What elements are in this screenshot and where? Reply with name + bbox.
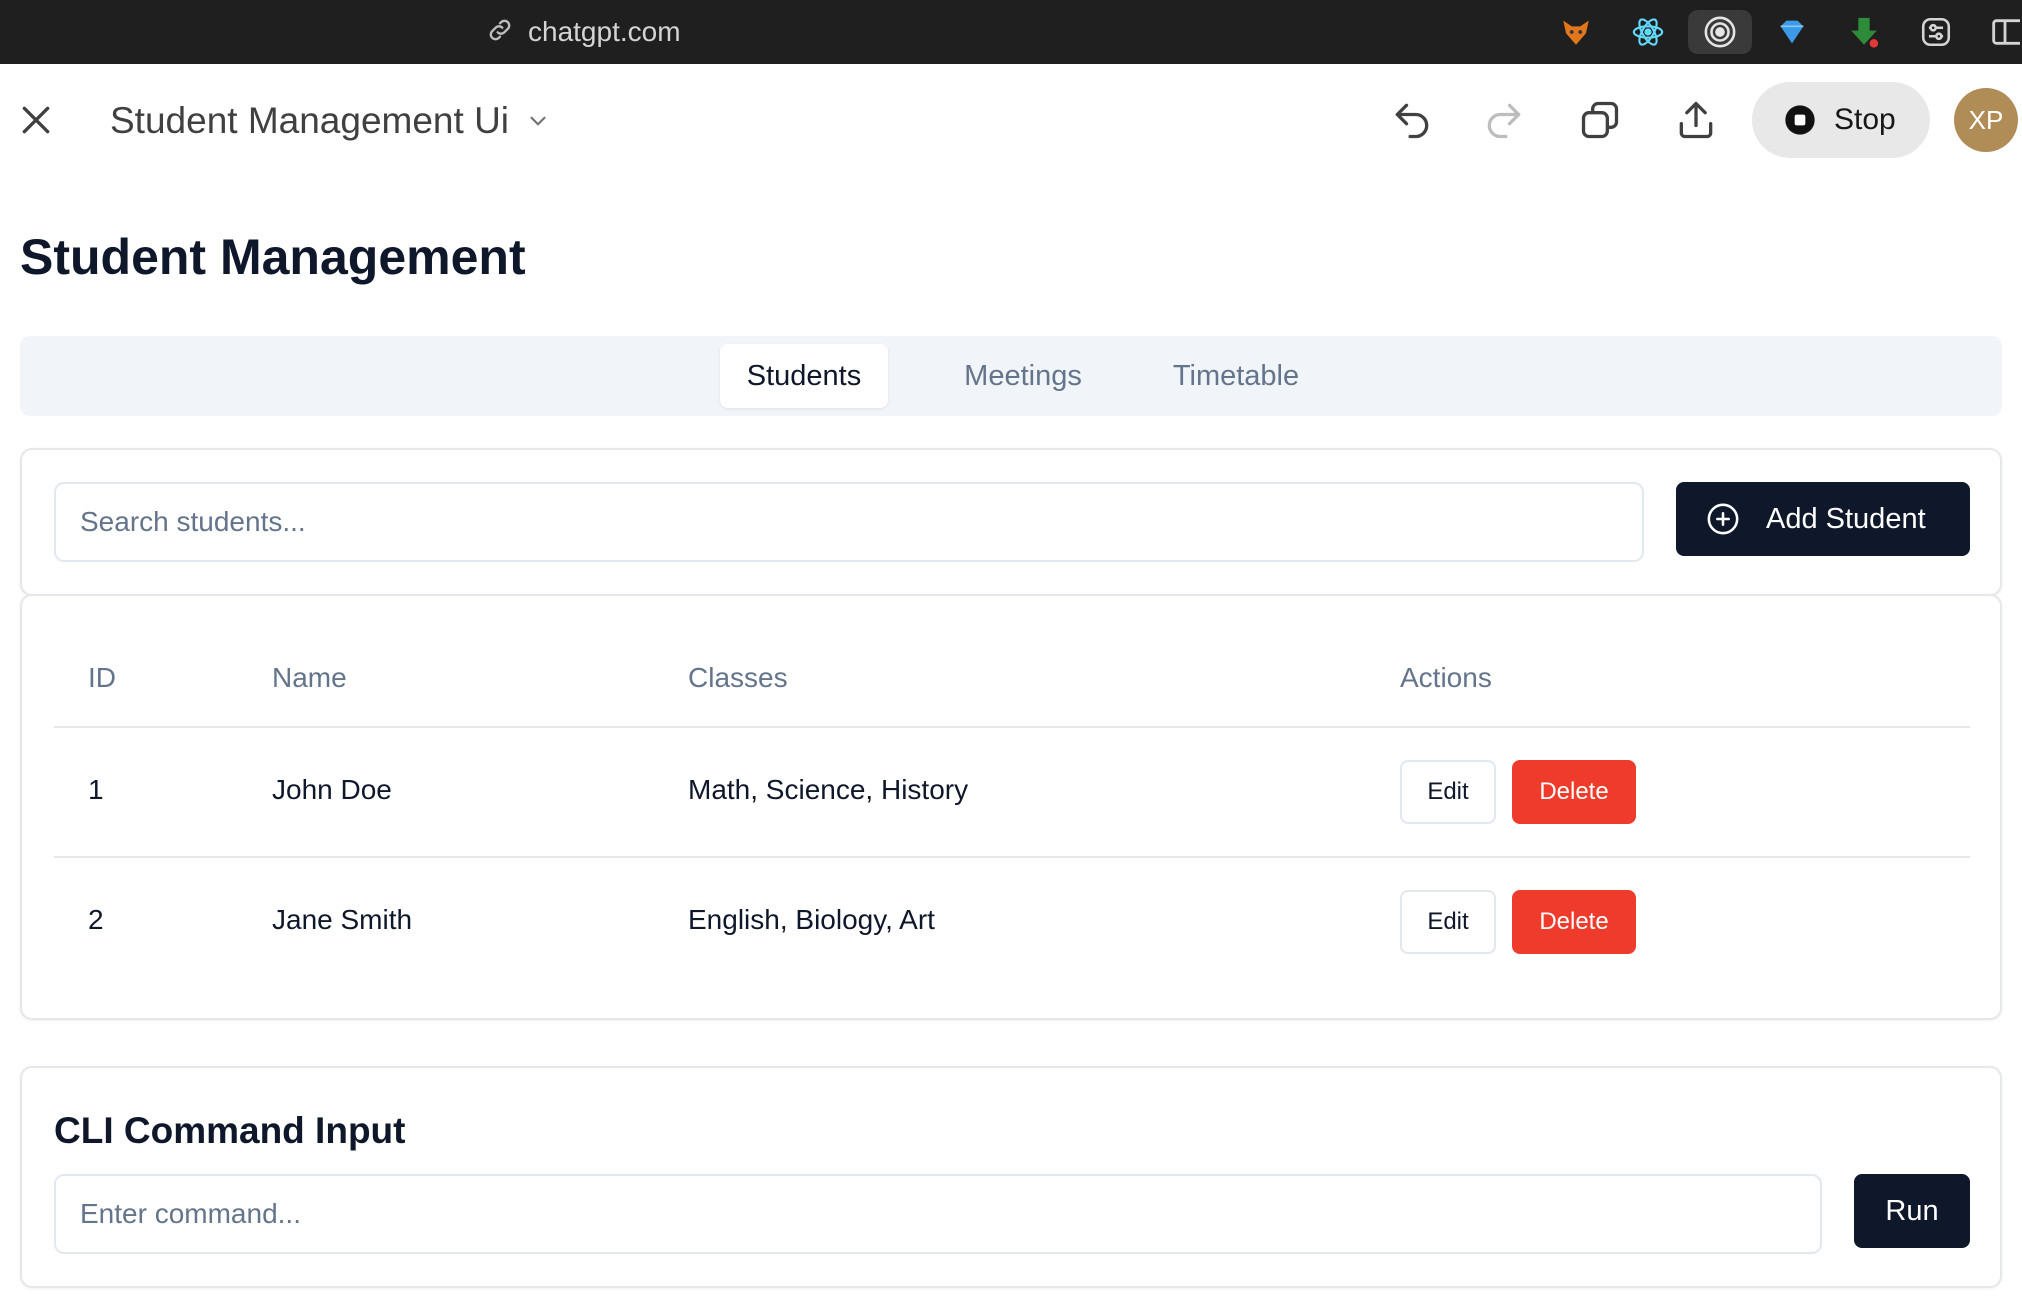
diamond-extension-icon[interactable] [1772,12,1812,52]
redo-button[interactable] [1480,96,1528,144]
column-header-id: ID [88,662,116,693]
url-text: chatgpt.com [528,16,681,47]
close-button[interactable] [16,100,56,140]
upload-icon [1679,101,1713,139]
row-divider [54,856,1970,858]
undo-button[interactable] [1388,96,1436,144]
react-devtools-icon[interactable] [1628,12,1668,52]
chevron-down-icon [530,116,546,126]
command-input[interactable] [54,1174,1822,1254]
delete-button[interactable]: Delete [1512,760,1636,824]
cell-id: 2 [88,904,104,935]
sliders-extension-icon[interactable] [1916,12,1956,52]
delete-button[interactable]: Delete [1512,890,1636,954]
cell-id: 1 [88,774,104,805]
url-bar[interactable]: chatgpt.com [486,14,681,50]
students-table: ID Name Classes Actions 1 John Doe Math,… [20,594,2002,1020]
tab-students[interactable]: Students [720,344,888,408]
cell-classes: English, Biology, Art [688,904,935,935]
undo-icon [1395,103,1429,139]
stop-button[interactable]: Stop [1752,82,1930,158]
share-button[interactable] [1672,96,1720,144]
document-title: Student Management Ui [110,100,510,141]
tab-meetings[interactable]: Meetings [926,344,1120,408]
cell-name: Jane Smith [272,904,413,935]
browser-toolbar: chatgpt.com [0,0,2022,64]
edit-button[interactable]: Edit [1400,890,1496,954]
column-header-classes: Classes [688,662,788,693]
close-icon [22,106,50,134]
column-header-name: Name [272,662,347,693]
search-card: Add Student [20,448,2002,596]
edit-button[interactable]: Edit [1400,760,1496,824]
redo-icon [1487,103,1521,139]
tab-list: Students Meetings Timetable [20,336,2002,416]
fox-extension-icon[interactable] [1556,12,1596,52]
cell-name: John Doe [272,774,392,805]
cell-classes: Math, Science, History [688,774,969,805]
run-button[interactable]: Run [1854,1174,1970,1248]
copy-button[interactable] [1576,96,1624,144]
copy-icon [1581,101,1619,139]
cli-card: CLI Command Input Run [20,1066,2002,1288]
header-divider [54,726,1970,728]
sidebar-toggle-icon[interactable] [1988,12,2022,52]
link-icon [486,16,514,49]
plus-circle-icon [1707,503,1739,535]
download-arrow-icon[interactable] [1844,12,1884,52]
search-input[interactable] [54,482,1644,562]
avatar[interactable]: XP [1954,88,2018,152]
cli-title: CLI Command Input [54,1110,406,1151]
add-student-button[interactable]: Add Student [1676,482,1970,556]
target-extension-icon[interactable] [1688,10,1752,54]
add-student-label: Add Student [1766,502,1926,535]
stop-icon [1785,105,1815,135]
document-title-dropdown[interactable]: Student Management Ui [110,100,551,142]
stop-label: Stop [1834,103,1896,136]
tab-timetable[interactable]: Timetable [1144,344,1328,408]
app-header: Student Management Ui Stop XP [0,64,2022,176]
column-header-actions: Actions [1400,662,1492,693]
page-title: Student Management [20,229,526,285]
